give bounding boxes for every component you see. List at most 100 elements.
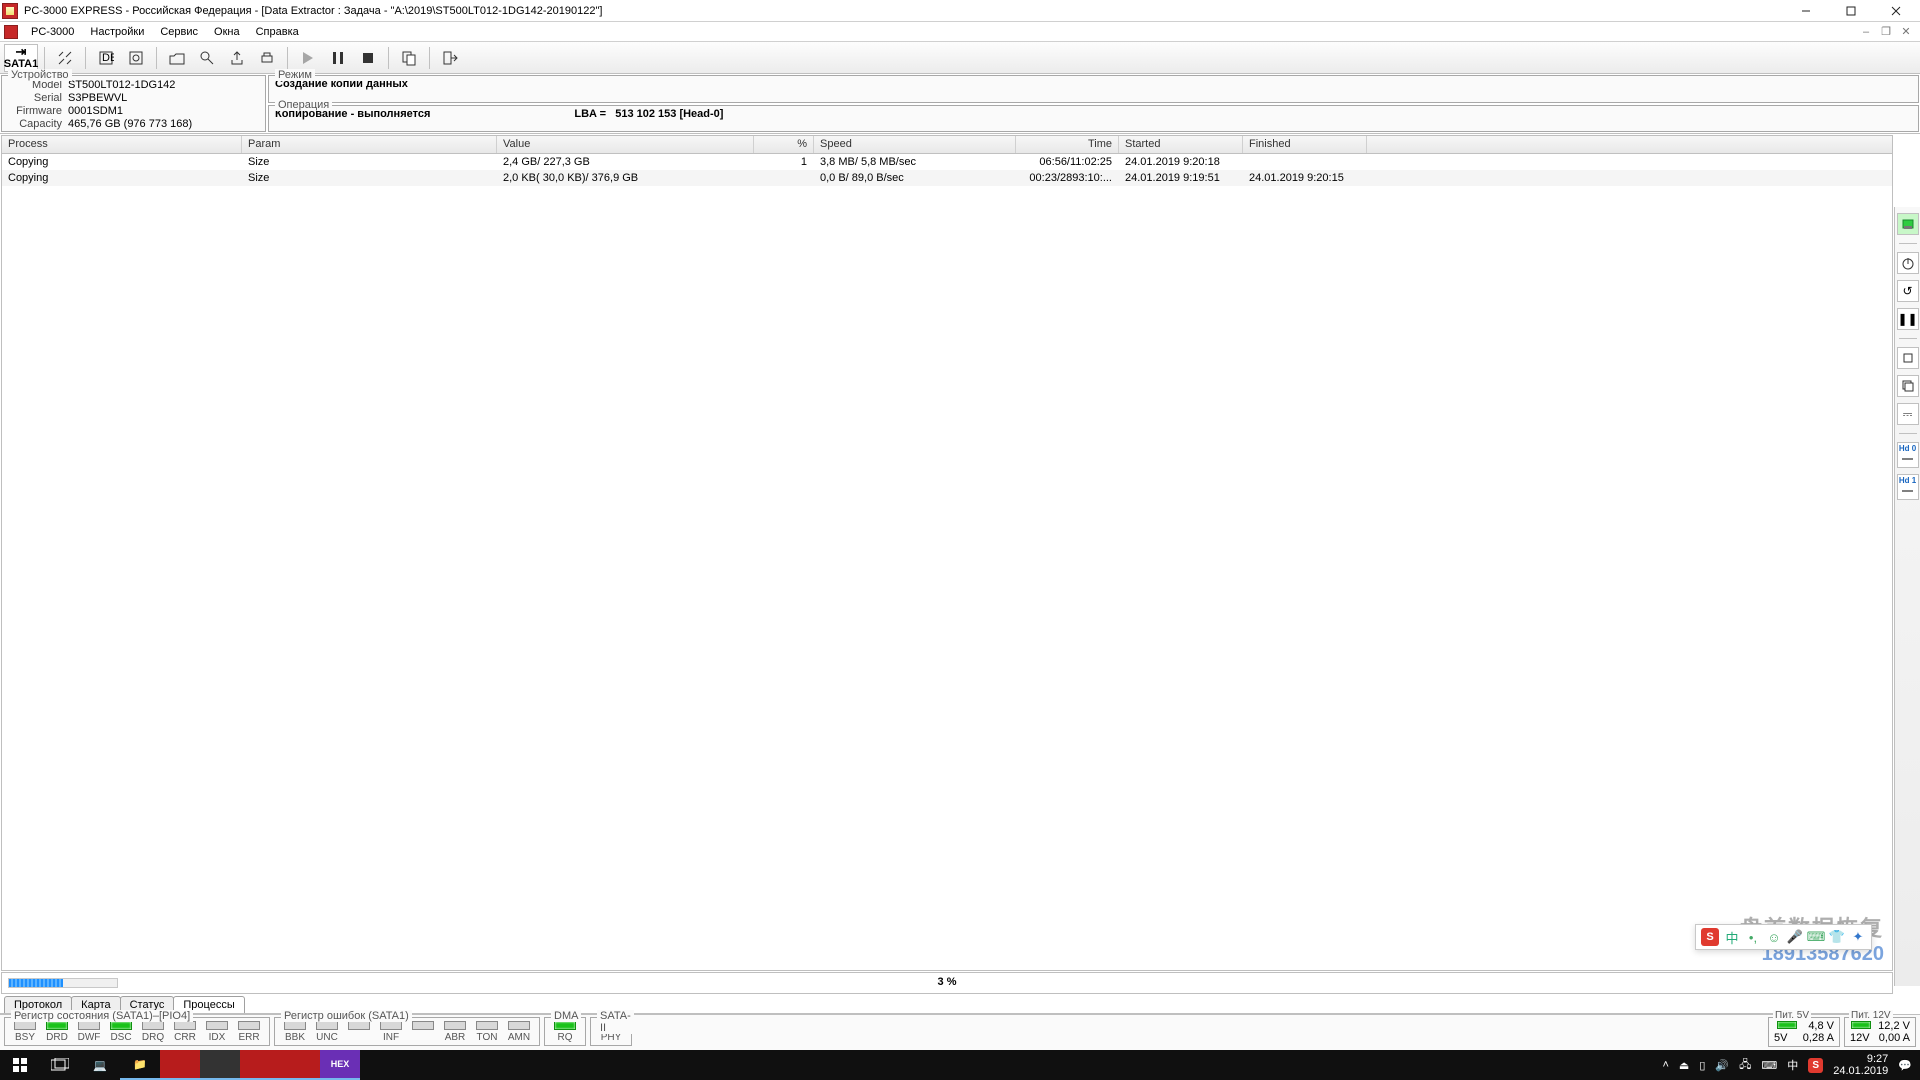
search-icon[interactable] — [193, 45, 221, 71]
drive-icon[interactable] — [1897, 213, 1919, 235]
power-toggle-icon[interactable] — [1897, 252, 1919, 274]
menu-help[interactable]: Справка — [249, 24, 306, 40]
mode-text: Создание копии данных — [275, 78, 1912, 90]
progress-bar: 3 % — [1, 972, 1893, 994]
register-led: ERR — [235, 1021, 263, 1043]
sata2-group: SATA-II PHY — [590, 1017, 632, 1046]
tray-clock[interactable]: 9:27 24.01.2019 — [1833, 1053, 1888, 1077]
mdi-restore-button[interactable]: ❐ — [1876, 24, 1896, 40]
register-led: DSC — [107, 1021, 135, 1043]
menubar: PC-3000 Настройки Сервис Окна Справка ‒ … — [0, 22, 1920, 42]
menu-settings[interactable]: Настройки — [83, 24, 151, 40]
menu-app-icon — [4, 25, 18, 39]
ime-keyboard-icon[interactable]: ⌨ — [1808, 929, 1824, 945]
taskbar-hex[interactable]: HEX — [320, 1050, 360, 1080]
taskbar-pc3000-4[interactable] — [280, 1050, 320, 1080]
chip-icon[interactable] — [1897, 347, 1919, 369]
tray-battery-icon[interactable]: ▯ — [1699, 1059, 1705, 1072]
menu-service[interactable]: Сервис — [153, 24, 205, 40]
table-row[interactable]: CopyingSize2,4 GB/ 227,3 GB13,8 MB/ 5,8 … — [2, 154, 1892, 170]
tray-keyboard-icon[interactable]: ⌨ — [1761, 1059, 1777, 1072]
ime-emoji-icon[interactable]: ☺ — [1766, 929, 1782, 945]
info-panel: Устройство ModelST500LT012-1DG142 Serial… — [0, 74, 1920, 134]
titlebar: PC-3000 EXPRESS - Российская Федерация -… — [0, 0, 1920, 22]
register-led: RQ — [551, 1021, 579, 1043]
ime-lang-icon[interactable]: 中 — [1724, 929, 1740, 945]
start-button[interactable] — [0, 1050, 40, 1080]
mdi-minimize-button[interactable]: ‒ — [1856, 24, 1876, 40]
tray-chevron-icon[interactable]: ˄ — [1662, 1059, 1668, 1071]
table-row[interactable]: CopyingSize2,0 KB( 30,0 KB)/ 376,9 GB0,0… — [2, 170, 1892, 186]
system-tray: ˄ ⏏ ▯ 🔊 🖧 ⌨ 中 S 9:27 24.01.2019 💬 — [1662, 1053, 1920, 1077]
taskbar-pc3000-3[interactable] — [240, 1050, 280, 1080]
taskview-button[interactable] — [40, 1050, 80, 1080]
menu-pc3000[interactable]: PC-3000 — [24, 24, 81, 40]
connector-icon[interactable]: ⎓ — [1897, 403, 1919, 425]
task2-icon[interactable] — [122, 45, 150, 71]
print-icon[interactable] — [253, 45, 281, 71]
right-sidebar: ↺ ❚❚ ⎓ Hd 0⎯⎯ Hd 1⎯⎯ — [1894, 207, 1920, 986]
register-led: AMN — [505, 1021, 533, 1043]
tray-network-icon[interactable]: 🖧 — [1739, 1056, 1751, 1075]
register-led: ABR — [441, 1021, 469, 1043]
play-icon[interactable] — [294, 45, 322, 71]
register-led — [409, 1021, 437, 1043]
lba-value: 513 102 153 [Head-0] — [615, 108, 723, 120]
task-icon[interactable]: DE — [92, 45, 120, 71]
head1-button[interactable]: Hd 1⎯⎯ — [1897, 474, 1919, 500]
reset-icon[interactable]: ↺ — [1897, 280, 1919, 302]
power-12v-box: Пит. 12V 12,2 V 12V0,00 A — [1844, 1017, 1916, 1047]
taskbar-app1[interactable]: 💻 — [80, 1050, 120, 1080]
copy-icon[interactable] — [395, 45, 423, 71]
tools-icon[interactable] — [51, 45, 79, 71]
head0-button[interactable]: Hd 0⎯⎯ — [1897, 442, 1919, 468]
stop-icon[interactable] — [354, 45, 382, 71]
tray-volume-icon[interactable]: 🔊 — [1715, 1059, 1729, 1072]
register-led: DRD — [43, 1021, 71, 1043]
minimize-button[interactable] — [1783, 0, 1828, 22]
pause2-icon[interactable]: ❚❚ — [1897, 308, 1919, 330]
svg-text:DE: DE — [102, 52, 114, 64]
window-title: PC-3000 EXPRESS - Российская Федерация -… — [24, 5, 1783, 17]
register-led: BBK — [281, 1021, 309, 1043]
ime-punct-icon[interactable]: •, — [1745, 929, 1761, 945]
register-led: CRR — [171, 1021, 199, 1043]
state-register-group: Регистр состояния (SATA1)–[PIO4] BSYDRDD… — [4, 1017, 270, 1046]
sata-port-button[interactable]: ⇥SATA1 — [4, 44, 38, 72]
app-icon — [2, 3, 18, 19]
export-icon[interactable] — [223, 45, 251, 71]
ime-toolbar[interactable]: S 中 •, ☺ 🎤 ⌨ 👕 ✦ — [1695, 924, 1872, 950]
open-icon[interactable] — [163, 45, 191, 71]
register-led: DWF — [75, 1021, 103, 1043]
tray-sogou-icon[interactable]: S — [1808, 1058, 1823, 1073]
taskbar-pc3000-2[interactable] — [200, 1050, 240, 1080]
register-led: IDX — [203, 1021, 231, 1043]
register-led: DRQ — [139, 1021, 167, 1043]
maximize-button[interactable] — [1828, 0, 1873, 22]
device-info-box: Устройство ModelST500LT012-1DG142 Serial… — [1, 75, 266, 132]
tray-usb-icon[interactable]: ⏏ — [1679, 1059, 1689, 1072]
register-led: BSY — [11, 1021, 39, 1043]
ime-tool-icon[interactable]: ✦ — [1850, 929, 1866, 945]
taskbar-pc3000-1[interactable] — [160, 1050, 200, 1080]
ime-sogou-icon[interactable]: S — [1701, 928, 1719, 946]
progress-percent: 3 % — [938, 976, 957, 988]
tray-lang-icon[interactable]: 中 — [1787, 1057, 1798, 1073]
mdi-close-button[interactable]: ✕ — [1896, 24, 1916, 40]
status-panel: Регистр состояния (SATA1)–[PIO4] BSYDRDD… — [0, 1014, 1920, 1050]
menu-windows[interactable]: Окна — [207, 24, 247, 40]
close-button[interactable] — [1873, 0, 1918, 22]
pause-icon[interactable] — [324, 45, 352, 71]
operation-box: Операция Копирование - выполняется LBA =… — [268, 105, 1919, 133]
ime-skin-icon[interactable]: 👕 — [1829, 929, 1845, 945]
dma-group: DMA RQ — [544, 1017, 586, 1046]
taskbar-explorer[interactable]: 📁 — [120, 1050, 160, 1080]
power-5v-box: Пит. 5V 4,8 V 5V0,28 A — [1768, 1017, 1840, 1047]
tray-notifications-icon[interactable]: 💬 — [1898, 1059, 1912, 1072]
ime-mic-icon[interactable]: 🎤 — [1787, 929, 1803, 945]
exit-icon[interactable] — [436, 45, 464, 71]
register-led: INF — [377, 1021, 405, 1043]
register-led: TON — [473, 1021, 501, 1043]
register-led — [345, 1021, 373, 1043]
stack-icon[interactable] — [1897, 375, 1919, 397]
